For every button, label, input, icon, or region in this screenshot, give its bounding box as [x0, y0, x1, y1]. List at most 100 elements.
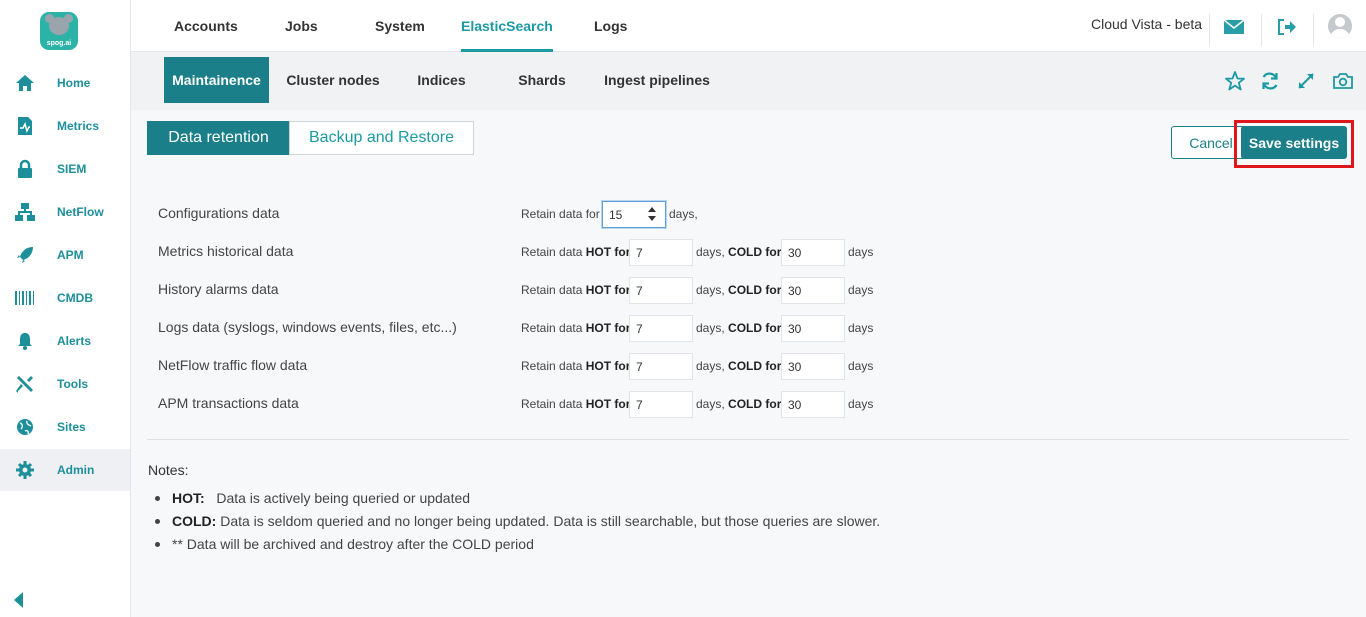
sidebar-item-label: Sites: [57, 420, 86, 434]
retention-row-logs: Logs data (syslogs, windows events, file…: [131, 315, 1366, 353]
sidebar-item-label: SIEM: [57, 162, 87, 176]
logout-icon[interactable]: [1275, 16, 1299, 38]
retention-row-configurations: Configurations data Retain data for days…: [131, 201, 1366, 239]
retain-hot-label: Retain data HOT for: [521, 245, 631, 259]
retain-hot-label: Retain data HOT for: [521, 359, 631, 373]
sidebar-item-home[interactable]: Home: [0, 62, 130, 104]
subtab-cluster-nodes[interactable]: Cluster nodes: [279, 57, 387, 103]
sidebar-item-admin[interactable]: Admin: [0, 449, 130, 491]
sidebar-item-tools[interactable]: Tools: [0, 363, 130, 405]
user-avatar-icon[interactable]: [1328, 14, 1352, 38]
logo-text: spog.ai: [46, 40, 72, 47]
retain-hot-label: Retain data HOT for: [521, 397, 631, 411]
home-icon: [14, 72, 36, 94]
cold-days-input[interactable]: [781, 277, 845, 304]
sidebar-item-siem[interactable]: SIEM: [0, 148, 130, 190]
sidebar-item-label: APM: [57, 248, 84, 262]
top-navigation: Accounts Jobs System ElasticSearch Logs …: [131, 0, 1366, 52]
camera-icon[interactable]: [1332, 70, 1354, 92]
row-label: Logs data (syslogs, windows events, file…: [158, 319, 457, 335]
sidebar-item-metrics[interactable]: Metrics: [0, 105, 130, 147]
retention-row-history-alarms: History alarms data Retain data HOT for …: [131, 277, 1366, 315]
days-label: days: [848, 397, 874, 411]
divider: [1261, 14, 1262, 46]
network-icon: [14, 201, 36, 223]
cold-days-input[interactable]: [781, 391, 845, 418]
globe-icon: [14, 416, 36, 438]
note-item: COLD: Data is seldom queried and no long…: [155, 513, 880, 529]
sidebar-item-label: Admin: [57, 463, 95, 477]
cold-days-input[interactable]: [781, 239, 845, 266]
spinner-arrows-icon[interactable]: [648, 205, 656, 223]
subtab-indices[interactable]: Indices: [409, 57, 474, 103]
koala-logo-icon: [45, 14, 73, 35]
divider: [147, 439, 1349, 440]
sidebar-item-label: Alerts: [57, 334, 92, 348]
subtab-maintainence[interactable]: Maintainence: [164, 57, 269, 103]
row-label: NetFlow traffic flow data: [158, 357, 308, 373]
mail-icon[interactable]: [1222, 16, 1246, 38]
sidebar-item-label: Tools: [57, 377, 89, 391]
gear-icon: [14, 459, 36, 481]
sidebar-item-alerts[interactable]: Alerts: [0, 320, 130, 362]
cold-days-input[interactable]: [781, 353, 845, 380]
sidebar-item-label: Home: [57, 76, 91, 90]
hot-days-input[interactable]: [629, 353, 693, 380]
tab-data-retention[interactable]: Data retention: [147, 121, 290, 155]
star-icon[interactable]: [1224, 70, 1246, 92]
retention-row-metrics: Metrics historical data Retain data HOT …: [131, 239, 1366, 277]
metrics-icon: [14, 115, 36, 137]
sidebar-item-apm[interactable]: APM: [0, 234, 130, 276]
sub-navigation: Maintainence Cluster nodes Indices Shard…: [131, 52, 1366, 110]
days-label: days: [848, 321, 874, 335]
subtab-ingest-pipelines[interactable]: Ingest pipelines: [601, 57, 713, 103]
days-label: days: [848, 245, 874, 259]
tab-accounts[interactable]: Accounts: [174, 0, 238, 52]
hot-days-input[interactable]: [629, 315, 693, 342]
expand-icon[interactable]: [1295, 70, 1317, 92]
config-days-input[interactable]: [602, 201, 666, 228]
row-label: Metrics historical data: [158, 243, 294, 259]
refresh-icon[interactable]: [1259, 70, 1281, 92]
main-content: Data retention Backup and Restore Cancel…: [131, 110, 1366, 617]
note-item: ** Data will be archived and destroy aft…: [155, 536, 534, 552]
hot-days-input[interactable]: [629, 391, 693, 418]
retention-row-apm: APM transactions data Retain data HOT fo…: [131, 391, 1366, 429]
rocket-icon: [14, 244, 36, 266]
tab-backup-restore[interactable]: Backup and Restore: [289, 121, 474, 155]
sidebar-item-label: Metrics: [57, 119, 100, 133]
hot-days-input[interactable]: [629, 239, 693, 266]
sidebar-item-label: NetFlow: [57, 205, 104, 219]
retain-hot-label: Retain data HOT for: [521, 321, 631, 335]
tab-elasticsearch[interactable]: ElasticSearch: [461, 0, 553, 52]
save-settings-button[interactable]: Save settings: [1241, 126, 1347, 159]
row-label: Configurations data: [158, 205, 280, 221]
notes-title: Notes:: [148, 462, 189, 478]
tab-system[interactable]: System: [375, 0, 425, 52]
days-suffix: days,: [669, 207, 698, 221]
app-title: Cloud Vista - beta: [1091, 16, 1203, 32]
cold-label: days, COLD for: [696, 283, 782, 297]
sidebar-item-netflow[interactable]: NetFlow: [0, 191, 130, 233]
cold-label: days, COLD for: [696, 359, 782, 373]
divider: [1209, 14, 1210, 46]
cold-label: days, COLD for: [696, 321, 782, 335]
tab-logs[interactable]: Logs: [594, 0, 627, 52]
sidebar-item-sites[interactable]: Sites: [0, 406, 130, 448]
spog-logo[interactable]: spog.ai: [40, 12, 78, 50]
sidebar: spog.ai Home Metrics SIEM NetFlow APM CM…: [0, 0, 131, 617]
cold-days-input[interactable]: [781, 315, 845, 342]
barcode-icon: [14, 287, 36, 309]
tab-jobs[interactable]: Jobs: [285, 0, 318, 52]
row-label: APM transactions data: [158, 395, 299, 411]
hot-days-input[interactable]: [629, 277, 693, 304]
row-label: History alarms data: [158, 281, 279, 297]
days-label: days: [848, 283, 874, 297]
note-item: HOT: Data is actively being queried or u…: [155, 490, 470, 506]
subtab-shards[interactable]: Shards: [511, 57, 573, 103]
cold-label: days, COLD for: [696, 397, 782, 411]
collapse-sidebar-icon[interactable]: [14, 592, 23, 608]
lock-icon: [14, 158, 36, 180]
sidebar-item-cmdb[interactable]: CMDB: [0, 277, 130, 319]
tools-icon: [14, 373, 36, 395]
